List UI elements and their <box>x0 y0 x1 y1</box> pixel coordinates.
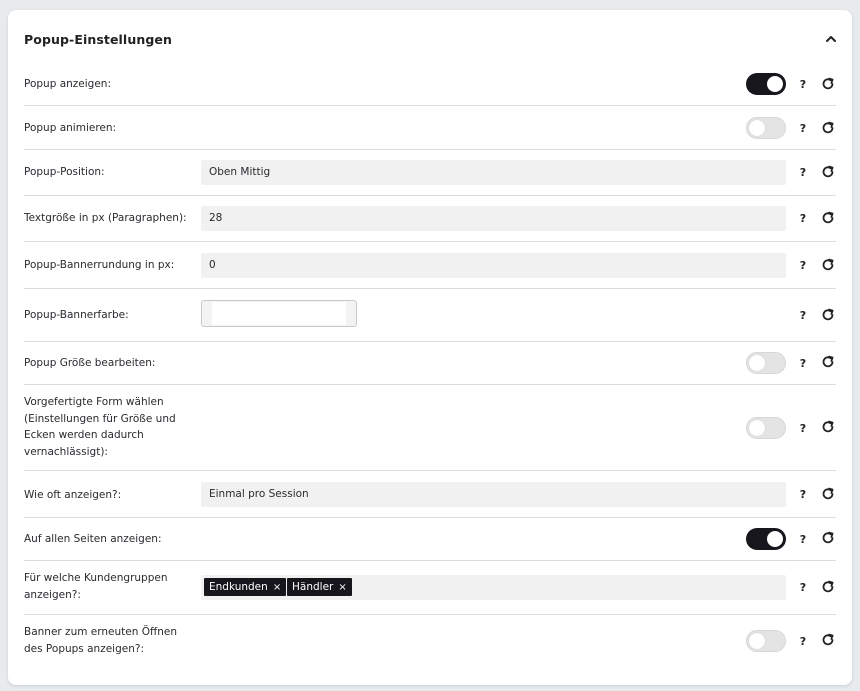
row-kundengruppen: Für welche Kundengruppen anzeigen?: Endk… <box>24 561 836 615</box>
setting-label: Popup-Bannerfarbe: <box>24 309 129 321</box>
popup-anzeigen-toggle[interactable] <box>746 73 786 95</box>
bannerrundung-input[interactable]: 0 <box>201 253 786 278</box>
reset-icon[interactable] <box>821 211 835 225</box>
help-icon[interactable]: ? <box>798 78 808 91</box>
row-vorgefertigte-form: Vorgefertigte Form wählen (Einstellungen… <box>24 385 836 471</box>
row-banner-erneut: Banner zum erneuten Öffnen des Popups an… <box>24 615 836 671</box>
tag-label: Händler <box>292 581 334 593</box>
help-icon[interactable]: ? <box>798 422 808 435</box>
help-icon[interactable]: ? <box>798 635 808 648</box>
setting-label: Popup Größe bearbeiten: <box>24 357 156 369</box>
setting-label: Popup-Bannerrundung in px: <box>24 259 175 271</box>
row-allen-seiten: Auf allen Seiten anzeigen: ? <box>24 518 836 561</box>
kundengruppen-multiselect[interactable]: Endkunden × Händler × <box>201 575 786 600</box>
reset-icon[interactable] <box>821 580 835 594</box>
row-popup-animieren: Popup animieren: ? <box>24 106 836 150</box>
reset-icon[interactable] <box>821 355 835 369</box>
setting-label: Vorgefertigte Form wählen (Einstellungen… <box>24 396 176 458</box>
popup-animieren-toggle[interactable] <box>746 117 786 139</box>
row-groesse-bearbeiten: Popup Größe bearbeiten: ? <box>24 342 836 385</box>
row-textgroesse: Textgröße in px (Paragraphen): 28 ? <box>24 196 836 242</box>
reset-icon[interactable] <box>821 77 835 91</box>
row-popup-position: Popup-Position: Oben Mittig ? <box>24 150 836 196</box>
reset-icon[interactable] <box>821 308 835 322</box>
help-icon[interactable]: ? <box>798 533 808 546</box>
help-icon[interactable]: ? <box>798 259 808 272</box>
color-swatch <box>212 302 346 325</box>
row-bannerfarbe: Popup-Bannerfarbe: ? <box>24 289 836 342</box>
popup-position-select[interactable]: Oben Mittig <box>201 160 786 185</box>
row-bannerrundung: Popup-Bannerrundung in px: 0 ? <box>24 242 836 289</box>
reset-icon[interactable] <box>821 165 835 179</box>
setting-label: Wie oft anzeigen?: <box>24 489 122 501</box>
banner-erneut-toggle[interactable] <box>746 630 786 652</box>
settings-rows: Popup anzeigen: ? Popup animieren: ? Pop… <box>8 62 852 671</box>
setting-label: Popup anzeigen: <box>24 78 111 90</box>
panel-title: Popup-Einstellungen <box>24 32 172 47</box>
setting-label: Popup animieren: <box>24 122 117 134</box>
wie-oft-select[interactable]: Einmal pro Session <box>201 482 786 507</box>
setting-label: Auf allen Seiten anzeigen: <box>24 533 162 545</box>
help-icon[interactable]: ? <box>798 581 808 594</box>
help-icon[interactable]: ? <box>798 122 808 135</box>
settings-panel: Popup-Einstellungen Popup anzeigen: ? Po… <box>8 10 852 685</box>
setting-label: Textgröße in px (Paragraphen): <box>24 212 187 224</box>
tag-haendler: Händler × <box>287 578 352 596</box>
help-icon[interactable]: ? <box>798 488 808 501</box>
chevron-up-icon[interactable] <box>824 32 838 46</box>
setting-label: Banner zum erneuten Öffnen des Popups an… <box>24 626 177 655</box>
tag-label: Endkunden <box>209 581 268 593</box>
help-icon[interactable]: ? <box>798 212 808 225</box>
vorgefertigte-form-toggle[interactable] <box>746 417 786 439</box>
textgroesse-input[interactable]: 28 <box>201 206 786 231</box>
reset-icon[interactable] <box>821 258 835 272</box>
reset-icon[interactable] <box>821 633 835 647</box>
help-icon[interactable]: ? <box>798 166 808 179</box>
reset-icon[interactable] <box>821 487 835 501</box>
row-wie-oft: Wie oft anzeigen?: Einmal pro Session ? <box>24 471 836 518</box>
close-icon[interactable]: × <box>338 582 346 593</box>
reset-icon[interactable] <box>821 121 835 135</box>
reset-icon[interactable] <box>821 420 835 434</box>
help-icon[interactable]: ? <box>798 357 808 370</box>
reset-icon[interactable] <box>821 531 835 545</box>
close-icon[interactable]: × <box>273 582 281 593</box>
groesse-bearbeiten-toggle[interactable] <box>746 352 786 374</box>
setting-label: Für welche Kundengruppen anzeigen?: <box>24 572 168 601</box>
panel-header[interactable]: Popup-Einstellungen <box>8 10 852 66</box>
row-popup-anzeigen: Popup anzeigen: ? <box>24 62 836 106</box>
tag-endkunden: Endkunden × <box>204 578 287 596</box>
setting-label: Popup-Position: <box>24 166 105 178</box>
bannerfarbe-color-picker[interactable] <box>201 300 357 327</box>
help-icon[interactable]: ? <box>798 309 808 322</box>
allen-seiten-toggle[interactable] <box>746 528 786 550</box>
